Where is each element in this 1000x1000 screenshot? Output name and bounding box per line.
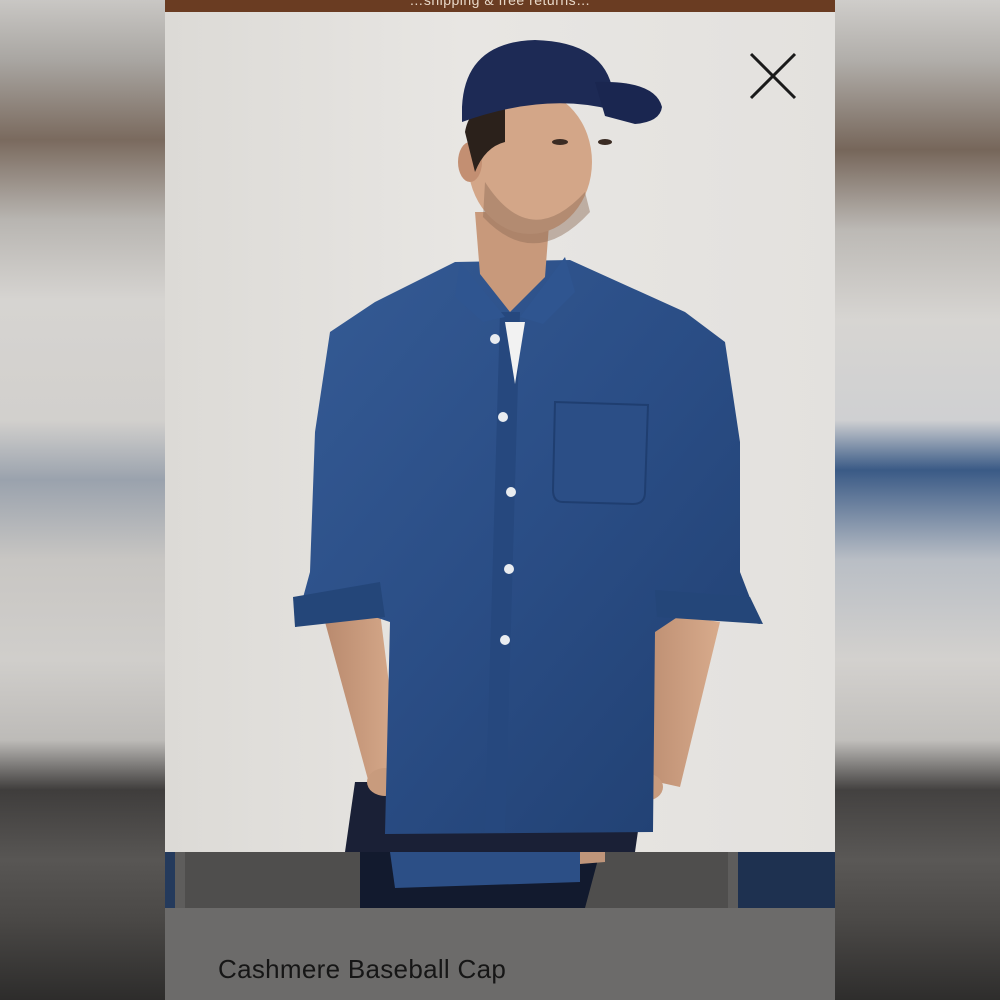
blurred-background-left xyxy=(0,0,165,1000)
model-illustration xyxy=(293,40,763,852)
promo-banner-text: …shipping & free returns… xyxy=(409,0,591,8)
product-photo xyxy=(165,12,835,852)
thumbnail-current-image xyxy=(360,852,605,908)
thumbnail-current[interactable] xyxy=(185,852,728,908)
thumbnail-previous[interactable] xyxy=(165,852,175,908)
product-title: Cashmere Baseball Cap xyxy=(218,954,507,984)
product-caption: Cashmere Baseball Cap xyxy=(165,908,835,1000)
product-image-dialog: …shipping & free returns… Cashmere Baseb… xyxy=(165,0,835,1000)
close-button[interactable] xyxy=(745,48,801,104)
thumbnail-next[interactable] xyxy=(738,852,835,908)
thumbnail-strip xyxy=(165,852,835,908)
close-icon xyxy=(749,52,797,100)
promo-banner[interactable]: …shipping & free returns… xyxy=(165,0,835,12)
blurred-background-right xyxy=(835,0,1000,1000)
